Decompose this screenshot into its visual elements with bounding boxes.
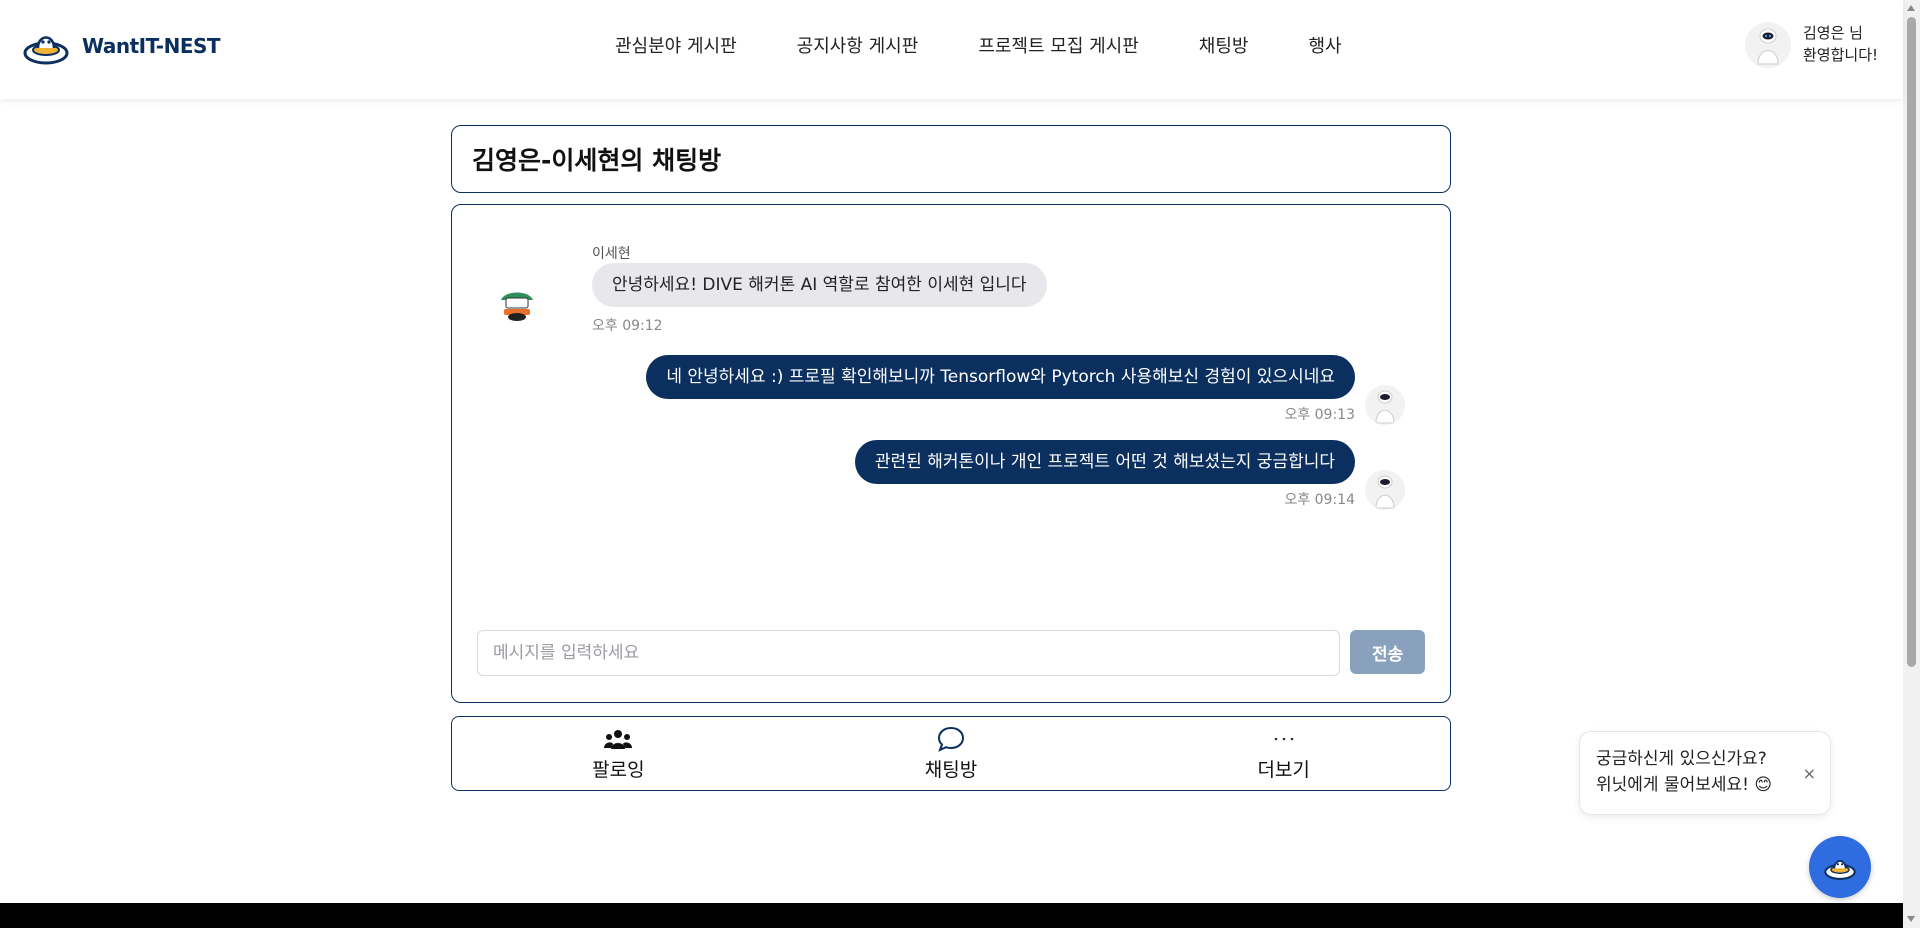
message-sent: 관련된 해커톤이나 개인 프로젝트 어떤 것 해보셨는지 궁금합니다 오후 09… bbox=[505, 440, 1405, 510]
scroll-down-icon[interactable] bbox=[1907, 916, 1915, 922]
my-avatar bbox=[1365, 470, 1405, 510]
message-time: 오후 09:14 bbox=[1284, 492, 1355, 508]
tooltip-line: 궁금하신게 있으신가요? bbox=[1596, 749, 1767, 769]
sender-avatar bbox=[497, 286, 537, 326]
footer-bar bbox=[0, 903, 1903, 928]
assistant-chat-button[interactable] bbox=[1809, 836, 1871, 898]
message-sent: 네 안녕하세요 :) 프로필 확인해보니까 Tensorflow와 Pytorc… bbox=[505, 355, 1405, 425]
bottom-nav-label: 더보기 bbox=[1257, 758, 1310, 781]
nest-logo-icon bbox=[1824, 860, 1856, 880]
sender-name: 이세현 bbox=[592, 246, 631, 262]
chat-room-title: 김영은-이세현의 채팅방 bbox=[472, 146, 722, 175]
bottom-nav-label: 채팅방 bbox=[924, 758, 978, 781]
user-greeting: 김영은 님 환영합니다! bbox=[1803, 22, 1893, 66]
scroll-up-icon[interactable] bbox=[1907, 5, 1915, 11]
bottom-nav-chat[interactable]: 채팅방 bbox=[785, 717, 1118, 790]
my-avatar bbox=[1365, 385, 1405, 425]
top-header: WantIT-NEST 관심분야 게시판 공지사항 게시판 프로젝트 모집 게시… bbox=[0, 0, 1903, 99]
message-time: 오후 09:12 bbox=[592, 318, 663, 334]
scrollbar-thumb[interactable] bbox=[1907, 17, 1916, 667]
assistant-tooltip: 궁금하신게 있으신가요? 위닛에게 물어보세요! 😊 × bbox=[1579, 731, 1831, 815]
logo[interactable]: WantIT-NEST bbox=[22, 26, 221, 66]
nav-chat-room[interactable]: 채팅방 bbox=[1199, 32, 1249, 58]
close-icon[interactable]: × bbox=[1803, 761, 1816, 787]
message-input[interactable] bbox=[477, 630, 1341, 676]
message-bubble-sent: 네 안녕하세요 :) 프로필 확인해보니까 Tensorflow와 Pytorc… bbox=[646, 355, 1355, 399]
nav-interest-board[interactable]: 관심분야 게시판 bbox=[615, 32, 737, 58]
nav-project-board[interactable]: 프로젝트 모집 게시판 bbox=[978, 32, 1138, 58]
main-nav: 관심분야 게시판 공지사항 게시판 프로젝트 모집 게시판 채팅방 행사 bbox=[615, 32, 1342, 58]
logo-text: WantIT-NEST bbox=[82, 34, 221, 58]
bottom-nav-more[interactable]: 더보기 bbox=[1117, 717, 1450, 790]
message-bubble-received: 안녕하세요! DIVE 해커톤 AI 역할로 참여한 이세현 입니다 bbox=[592, 263, 1047, 307]
nest-logo-icon bbox=[23, 36, 69, 65]
message-input-row: 전송 bbox=[477, 630, 1425, 676]
bottom-nav: 팔로잉 채팅방 더보기 bbox=[451, 716, 1451, 791]
message-time: 오후 09:13 bbox=[1284, 407, 1355, 423]
message-bubble-sent: 관련된 해커톤이나 개인 프로젝트 어떤 것 해보셨는지 궁금합니다 bbox=[854, 440, 1355, 484]
chat-title-box: 김영은-이세현의 채팅방 bbox=[451, 125, 1451, 193]
chat-bubble-icon bbox=[937, 726, 965, 752]
more-icon bbox=[1273, 726, 1295, 752]
chat-messages-panel: 이세현 안녕하세요! DIVE 해커톤 AI 역할로 참여한 이세현 입니다 오… bbox=[451, 204, 1451, 703]
page-scrollbar[interactable] bbox=[1903, 0, 1920, 928]
tooltip-line: 위닛에게 물어보세요! 😊 bbox=[1596, 775, 1773, 795]
user-avatar bbox=[1745, 22, 1791, 68]
welcome-text: 환영합니다! bbox=[1803, 46, 1879, 64]
nav-notice-board[interactable]: 공지사항 게시판 bbox=[797, 32, 919, 58]
bottom-nav-following[interactable]: 팔로잉 bbox=[452, 717, 785, 790]
users-icon bbox=[604, 726, 633, 752]
user-name: 김영은 님 bbox=[1803, 24, 1863, 42]
send-button[interactable]: 전송 bbox=[1350, 630, 1425, 674]
user-profile[interactable]: 김영은 님 환영합니다! bbox=[1745, 22, 1893, 68]
bottom-nav-label: 팔로잉 bbox=[592, 758, 645, 781]
nav-events[interactable]: 행사 bbox=[1308, 32, 1341, 58]
